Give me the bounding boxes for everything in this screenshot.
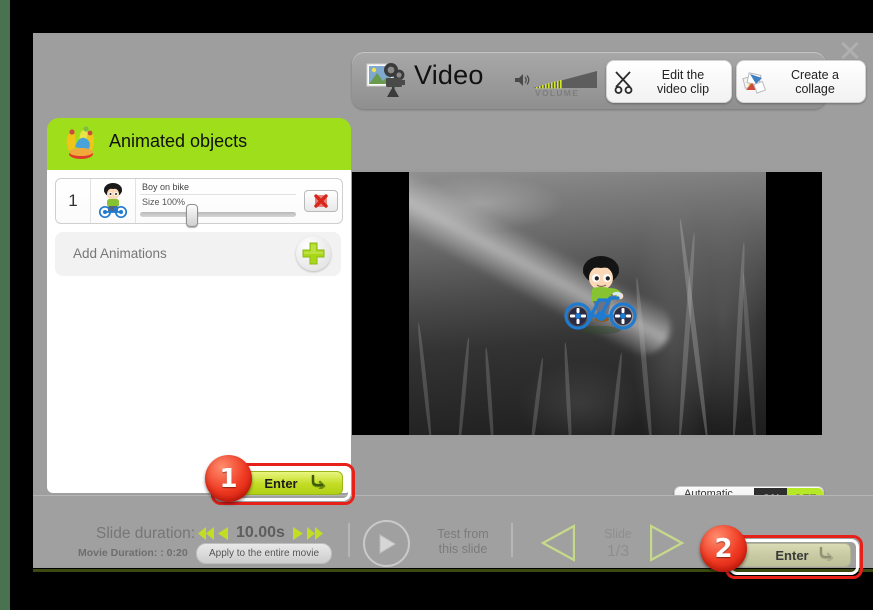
divider [511,523,513,557]
create-collage-button[interactable]: Create a collage [736,60,866,103]
video-preview[interactable] [352,169,822,438]
test-from-this-slide-label[interactable]: Test from this slide [428,527,498,557]
test-label-line1: Test from [437,527,489,541]
jester-hat-icon [62,125,100,163]
apply-to-entire-movie-button[interactable]: Apply to the entire movie [196,543,332,564]
collage-label-line2: collage [795,81,835,96]
divider [348,523,350,557]
add-animations-row[interactable]: Add Animations [55,232,341,276]
slide-counter: Slide 1/3 [588,526,648,561]
slide-label: Slide [604,527,632,541]
forward-icon[interactable] [292,526,303,540]
enter-button-1-label: Enter [264,475,298,491]
animated-objects-header: Animated objects [47,118,351,170]
edit-label-line1: Edit the [661,67,705,82]
previous-slide-button[interactable] [540,523,576,567]
rewind-fast-icon[interactable] [198,526,214,540]
step-badge-2: 2 [700,525,747,572]
triangle-left-icon [540,523,576,563]
arrow-down-right-icon [819,546,834,564]
enter-button-2-label: Enter [775,547,809,563]
animated-objects-panel: Animated objects 1 Boy on bike Size 100%… [47,118,351,493]
video-camera-icon [366,61,406,99]
video-preview-canvas [352,172,822,435]
object-index: 1 [56,179,91,223]
delete-object-cell [300,179,342,223]
enter-button-1-group: Enter 1 [205,455,355,507]
object-size-label: Size 100% [142,197,186,207]
list-item[interactable]: 1 Boy on bike Size 100% [55,178,343,227]
triangle-right-icon [649,523,685,563]
object-name: Boy on bike [142,182,190,192]
divider [140,194,296,195]
volume-meter[interactable]: VOLUME [515,69,599,101]
screenshot-root: Video VOLUME Edit the video clip Create … [0,0,873,610]
edit-video-clip-label: Edit the video clip [641,68,731,96]
object-details: Boy on bike Size 100% [136,179,300,227]
test-label-line2: this slide [438,542,488,556]
boy-on-bike-icon [91,179,136,223]
play-icon [379,533,396,554]
enter-button-2[interactable]: Enter [733,543,851,567]
animated-objects-title: Animated objects [109,131,248,151]
close-icon[interactable] [839,39,861,61]
slide-duration-controls: 10.00s [198,524,323,542]
movie-duration-label: Movie Duration: : 0:20 [78,547,188,559]
frame-left-strip [0,0,10,610]
animated-objects-body: 1 Boy on bike Size 100% Add Animations [47,170,351,493]
create-collage-label: Create a collage [771,68,865,96]
scissors-icon [607,70,641,94]
edit-label-line2: video clip [656,81,710,96]
delete-icon [314,194,328,208]
slide-counter-value: 1/3 [606,543,630,560]
size-slider-handle[interactable] [186,204,198,227]
app-window: Video VOLUME Edit the video clip Create … [33,33,873,568]
collage-icon [737,70,771,94]
divider [33,495,873,496]
video-frame-image [409,172,766,435]
delete-object-button[interactable] [304,190,338,212]
enter-button-2-group: Enter 2 [700,525,863,580]
slide-duration-label: Slide duration: [96,525,196,542]
step-badge-1: 1 [205,455,252,502]
add-animations-label: Add Animations [73,246,167,261]
plus-icon[interactable] [296,236,331,271]
volume-label: VOLUME [535,88,580,98]
forward-fast-icon[interactable] [306,526,323,540]
arrow-down-right-icon [311,474,326,492]
volume-level-bars [533,69,597,89]
play-button[interactable] [363,520,410,567]
next-slide-button[interactable] [649,523,685,567]
boy-on-bike-sprite[interactable] [561,254,641,336]
collage-label-line1: Create a [791,67,839,82]
rewind-icon[interactable] [218,526,228,540]
slide-duration-value: 10.00s [236,524,285,541]
size-slider[interactable] [140,204,296,227]
speaker-icon [515,73,531,87]
top-toolbar: Video VOLUME Edit the video clip Create … [352,52,866,109]
edit-video-clip-button[interactable]: Edit the video clip [606,60,732,103]
toolbar-title: Video [414,60,484,90]
